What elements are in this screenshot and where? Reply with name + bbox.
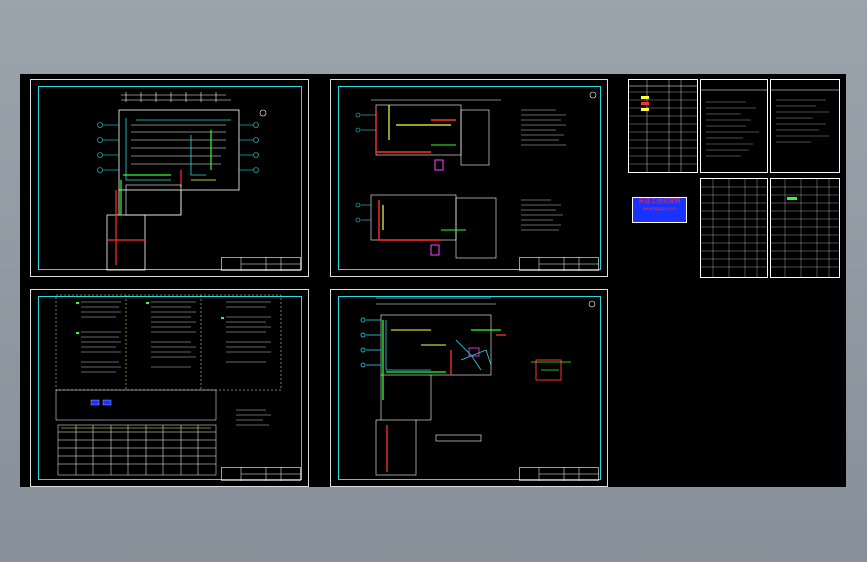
drawing-sheet-equipment-schedule[interactable] bbox=[30, 289, 309, 487]
notes-table-lines bbox=[771, 89, 839, 143]
title-block bbox=[221, 467, 301, 481]
drawing-sheet-floor-plan-4[interactable] bbox=[330, 289, 608, 487]
drawing-index-table[interactable] bbox=[628, 79, 698, 173]
stamp-url: www.tyggzy.com bbox=[642, 206, 677, 211]
cad-drawing-canvas[interactable]: 天涯工程资源网 www.tyggzy.com bbox=[20, 74, 846, 487]
drawing-sheet-floor-plan-1[interactable] bbox=[30, 79, 309, 277]
index-table-lines bbox=[629, 80, 697, 172]
floor-plan-detail-drawing bbox=[360, 297, 596, 476]
title-block bbox=[221, 257, 301, 271]
material-table-lines bbox=[771, 179, 839, 277]
design-notes-table-2[interactable] bbox=[770, 79, 840, 173]
design-notes-table-1[interactable] bbox=[700, 79, 768, 173]
drawing-sheet-floor-plans-2[interactable] bbox=[330, 79, 608, 277]
equipment-schedule-drawing bbox=[55, 294, 282, 476]
notes-table-lines bbox=[701, 89, 767, 157]
title-block bbox=[519, 257, 599, 271]
material-table-1[interactable] bbox=[700, 178, 768, 278]
watermark-stamp: 天涯工程资源网 www.tyggzy.com bbox=[632, 197, 687, 223]
material-table-lines bbox=[701, 179, 767, 277]
material-table-2[interactable] bbox=[770, 178, 840, 278]
stamp-title: 天涯工程资源网 bbox=[638, 198, 681, 205]
two-floor-plans-drawing bbox=[355, 91, 597, 259]
title-block bbox=[519, 467, 599, 481]
floor-plan-drawing bbox=[97, 92, 267, 271]
